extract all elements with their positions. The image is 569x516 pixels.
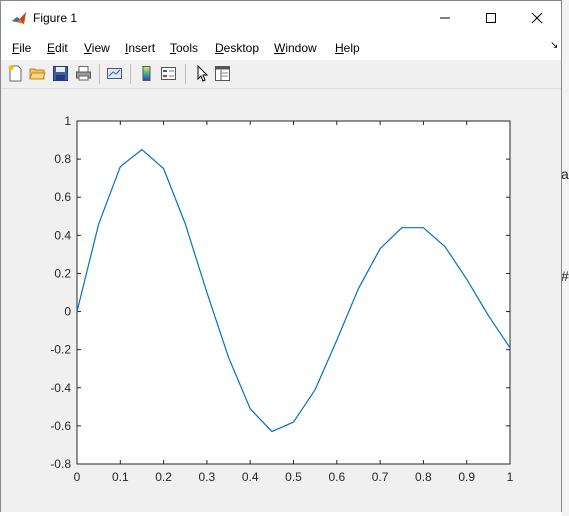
x-tick-label: 0.8 xyxy=(415,470,432,484)
menu-help[interactable]: Help xyxy=(335,41,360,55)
data-point[interactable] xyxy=(205,291,208,294)
title-bar[interactable]: Figure 1 xyxy=(1,1,561,35)
data-point[interactable] xyxy=(335,339,338,342)
x-tick-label: 0.4 xyxy=(242,470,259,484)
data-point[interactable] xyxy=(444,245,447,248)
data-point[interactable] xyxy=(400,226,403,229)
figure-window: Figure 1 File Edit View Insert Tools Des… xyxy=(0,0,562,512)
background-glyph: # xyxy=(561,268,569,284)
y-tick-label: 0.8 xyxy=(54,152,71,166)
toolbar-separator xyxy=(130,64,131,84)
close-icon xyxy=(531,12,543,24)
figure-toolbar xyxy=(1,60,561,89)
data-point[interactable] xyxy=(270,430,273,433)
data-point[interactable] xyxy=(465,278,468,281)
data-point[interactable] xyxy=(249,407,252,410)
new-figure-icon[interactable] xyxy=(7,65,24,82)
y-tick-label: 0.2 xyxy=(54,266,71,280)
menu-view[interactable]: View xyxy=(84,41,110,55)
data-point[interactable] xyxy=(227,356,230,359)
y-tick-label: -0.6 xyxy=(50,419,71,433)
property-inspector-icon[interactable] xyxy=(214,65,231,82)
data-point[interactable] xyxy=(162,167,165,170)
maximize-button[interactable] xyxy=(468,1,514,35)
y-tick-label: 0.4 xyxy=(54,228,71,242)
figure-canvas[interactable]: 0 0.1 0.2 0.3 0.4 0.5 0.6 0.7 0.8 0.9 1 1 0.8 0.6 0.4 0… xyxy=(1,89,561,512)
x-tick-label: 0.2 xyxy=(155,470,172,484)
background-window-edge xyxy=(562,0,569,516)
matlab-logo-icon xyxy=(12,12,26,24)
y-tick-label: -0.8 xyxy=(50,457,71,471)
menu-bar: File Edit View Insert Tools Desktop Wind… xyxy=(1,35,561,60)
x-tick-label: 0.3 xyxy=(199,470,216,484)
y-tick-label: 1 xyxy=(64,114,71,128)
data-point[interactable] xyxy=(422,226,425,229)
background-glyph: а xyxy=(561,166,569,182)
menu-edit[interactable]: Edit xyxy=(47,41,68,55)
print-icon[interactable] xyxy=(75,65,92,82)
menu-insert[interactable]: Insert xyxy=(125,41,155,55)
data-point[interactable] xyxy=(357,287,360,290)
data-point[interactable] xyxy=(97,222,100,225)
toolbar-separator xyxy=(185,64,186,84)
legend-icon[interactable] xyxy=(160,65,177,82)
data-point[interactable] xyxy=(184,222,187,225)
window-title: Figure 1 xyxy=(33,11,78,25)
y-tick-label: 0.6 xyxy=(54,190,71,204)
y-tick-label: 0 xyxy=(64,305,71,319)
colorbar-icon[interactable] xyxy=(138,65,155,82)
x-tick-label: 0.7 xyxy=(372,470,389,484)
data-point[interactable] xyxy=(119,165,122,168)
data-point[interactable] xyxy=(140,148,143,151)
data-point[interactable] xyxy=(76,310,79,313)
edit-plot-arrow-icon[interactable] xyxy=(193,65,210,82)
link-plot-icon[interactable] xyxy=(106,65,123,82)
minimize-icon xyxy=(440,17,450,19)
close-button[interactable] xyxy=(514,1,560,35)
save-icon[interactable] xyxy=(52,65,69,82)
x-tick-label: 1 xyxy=(507,470,514,484)
data-point[interactable] xyxy=(379,247,382,250)
menu-desktop[interactable]: Desktop xyxy=(215,41,259,55)
y-tick-label: -0.2 xyxy=(50,343,71,357)
dock-arrow-icon[interactable]: ↘ xyxy=(550,40,558,51)
maximize-icon xyxy=(486,13,496,23)
x-tick-label: 0.6 xyxy=(328,470,345,484)
menu-tools[interactable]: Tools xyxy=(170,41,198,55)
data-point[interactable] xyxy=(292,421,295,424)
menu-window[interactable]: Window xyxy=(274,41,317,55)
x-tick-label: 0 xyxy=(74,470,81,484)
open-file-icon[interactable] xyxy=(29,65,46,82)
menu-file[interactable]: File xyxy=(12,41,31,55)
data-point[interactable] xyxy=(509,346,512,349)
data-point[interactable] xyxy=(487,314,490,317)
x-tick-label: 0.1 xyxy=(112,470,129,484)
x-tick-label: 0.5 xyxy=(285,470,302,484)
line-plot[interactable]: 0 0.1 0.2 0.3 0.4 0.5 0.6 0.7 0.8 0.9 1 1 0.8 0.6 0.4 0… xyxy=(1,89,561,512)
toolbar-separator xyxy=(99,64,100,84)
y-tick-label: -0.4 xyxy=(50,381,71,395)
minimize-button[interactable] xyxy=(422,1,468,35)
axes-box[interactable] xyxy=(76,120,511,465)
data-point[interactable] xyxy=(314,388,317,391)
x-tick-label: 0.9 xyxy=(458,470,475,484)
